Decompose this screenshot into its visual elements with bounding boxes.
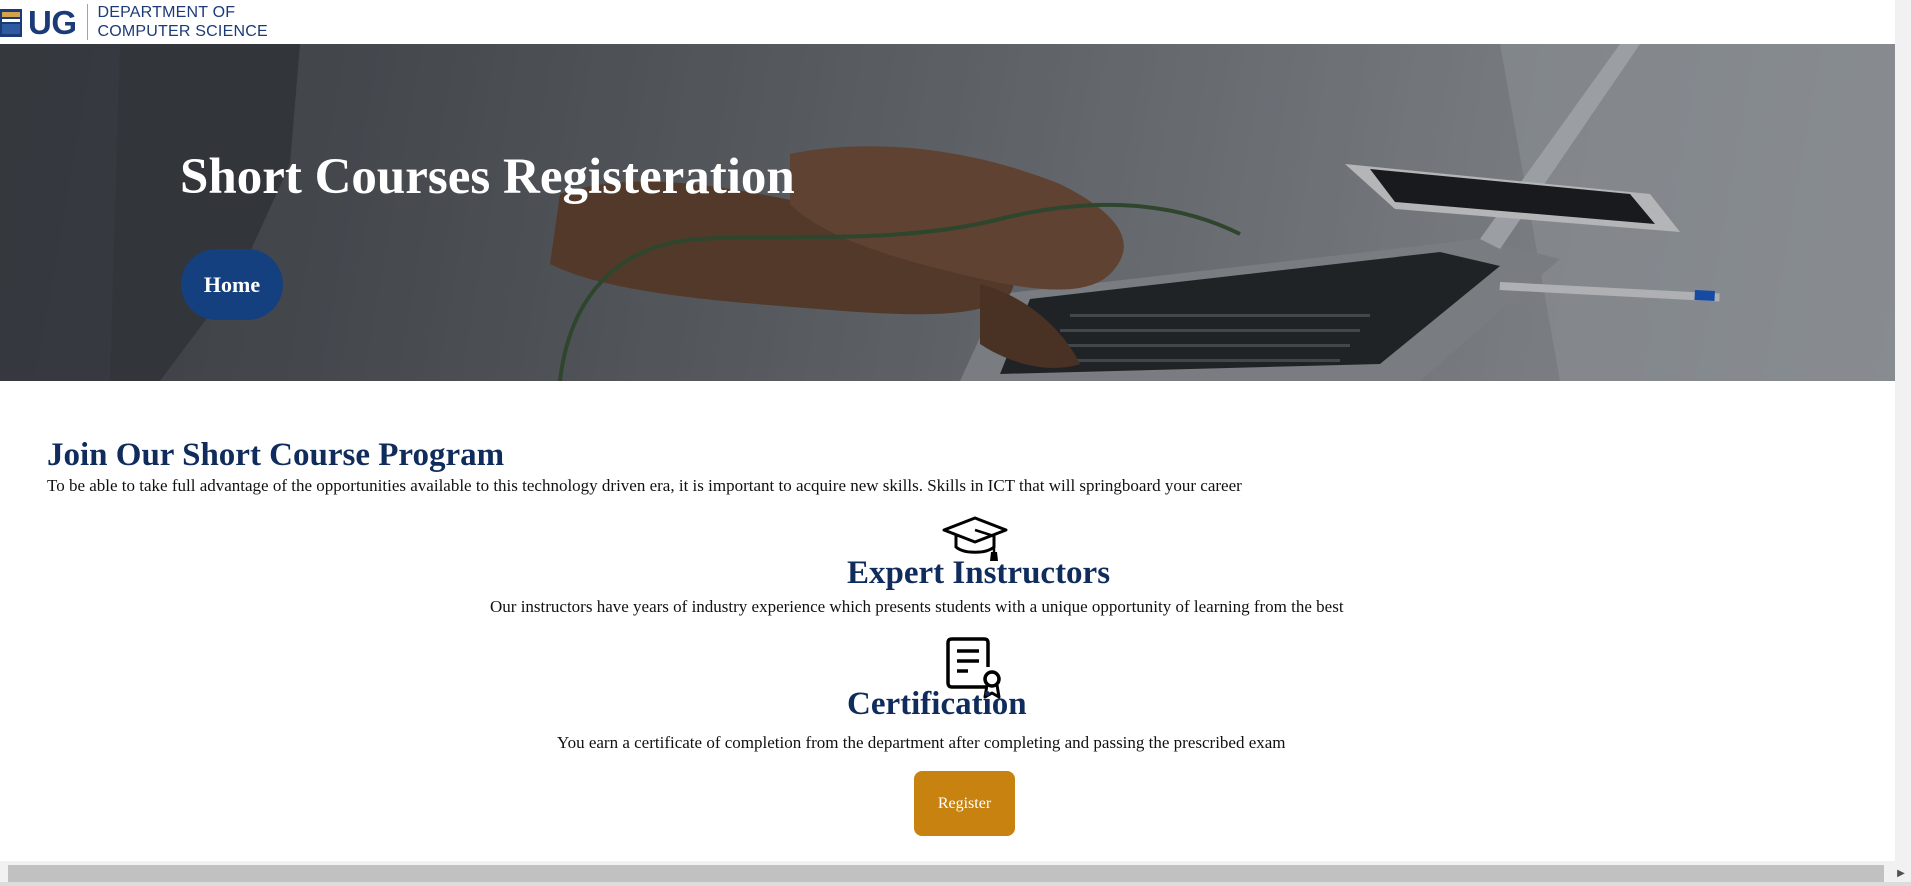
section-title: Join Our Short Course Program [47, 437, 505, 473]
feature-text-certification: You earn a certificate of completion fro… [557, 733, 1286, 752]
logo-department: DEPARTMENT OF COMPUTER SCIENCE [98, 3, 268, 41]
hero-background-image [0, 44, 1895, 381]
logo-dept-line2: COMPUTER SCIENCE [97, 23, 268, 40]
logo-divider [86, 4, 88, 40]
horizontal-scrollbar-thumb[interactable] [8, 865, 1884, 882]
feature-title-instructors: Expert Instructors [847, 555, 1111, 591]
feature-title-certification: Certification [847, 686, 1027, 722]
logo-ug-text: UG [28, 3, 77, 41]
home-button[interactable]: Home [181, 249, 283, 320]
page-title: Short Courses Registeration [180, 149, 795, 205]
crest-icon [0, 9, 22, 37]
hero-banner: Short Courses Registeration Home [0, 44, 1895, 381]
intro-text: To be able to take full advantage of the… [47, 476, 1242, 495]
logo-dept-line1: DEPARTMENT OF [97, 4, 236, 21]
register-button[interactable]: Register [914, 771, 1015, 836]
feature-text-instructors: Our instructors have years of industry e… [490, 597, 1344, 616]
site-logo[interactable]: UG DEPARTMENT OF COMPUTER SCIENCE [0, 0, 268, 44]
taskbar-edge [0, 882, 1911, 886]
site-header: UG DEPARTMENT OF COMPUTER SCIENCE [0, 0, 1911, 44]
vertical-scrollbar[interactable] [1895, 0, 1911, 861]
